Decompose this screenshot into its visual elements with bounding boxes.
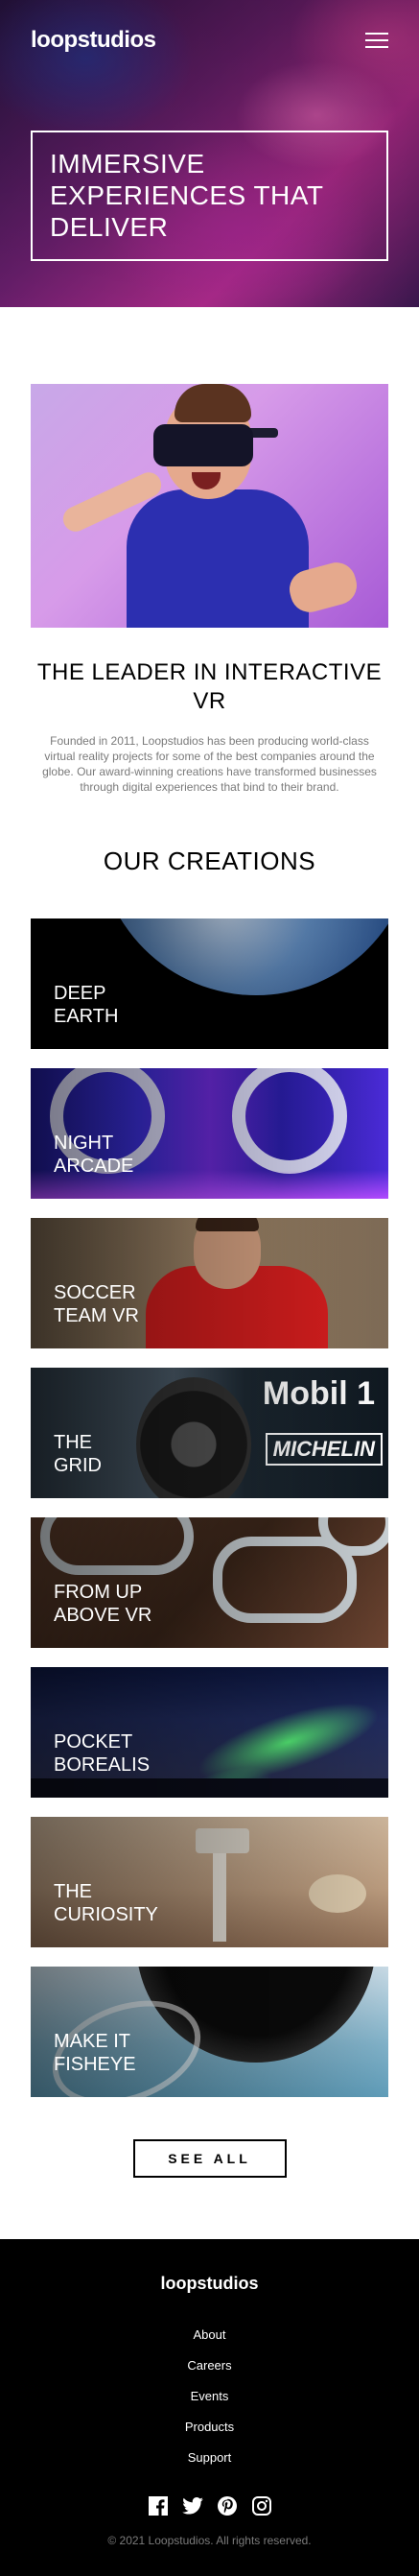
creation-card-the-grid[interactable]: Mobil 1 MICHELIN The grid: [31, 1368, 388, 1498]
creations-title: Our creations: [103, 847, 316, 875]
intro-text: Founded in 2011, Loopstudios has been pr…: [42, 734, 377, 794]
logo[interactable]: loopstudios: [31, 27, 156, 54]
social-links: [31, 2495, 388, 2516]
footer-link-events[interactable]: Events: [191, 2389, 229, 2403]
top-nav: loopstudios: [31, 27, 388, 54]
creation-card-label: Make it fisheye: [54, 2031, 136, 2075]
intro-title: The leader in interactive VR: [36, 659, 383, 714]
rover-mast: [213, 1836, 226, 1942]
michelin-logo: MICHELIN: [265, 1433, 383, 1466]
creation-card-deep-earth[interactable]: Deep earth: [31, 918, 388, 1049]
creation-card-label: Pocket borealis: [54, 1731, 151, 1776]
creation-card-label: Night arcade: [54, 1133, 134, 1177]
rover-dish: [309, 1874, 366, 1913]
hero-title: Immersive experiences that deliver: [50, 149, 323, 242]
mobil-logo: Mobil 1: [262, 1375, 375, 1412]
aerial-road: [40, 1517, 194, 1575]
footer-link-products[interactable]: Products: [185, 2420, 234, 2434]
creation-card-pocket-borealis[interactable]: Pocket borealis: [31, 1667, 388, 1798]
creation-card-make-it-fisheye[interactable]: Make it fisheye: [31, 1967, 388, 2097]
footer-link-support[interactable]: Support: [188, 2450, 232, 2465]
creation-card-night-arcade[interactable]: Night arcade: [31, 1068, 388, 1199]
creations-section: Our creations Deep earth Night arcade So…: [0, 795, 419, 2239]
footer: loopstudios About Careers Events Product…: [0, 2239, 419, 2576]
creation-card-label: The grid: [54, 1432, 102, 1476]
creation-card-from-up-above-vr[interactable]: From up above VR: [31, 1517, 388, 1648]
creation-card-label: Deep earth: [54, 983, 119, 1027]
aerial-road: [213, 1537, 357, 1623]
aerial-road: [318, 1517, 388, 1556]
hamburger-bar: [365, 46, 388, 48]
hero-title-box: Immersive experiences that deliver: [31, 131, 388, 261]
pinterest-icon[interactable]: [217, 2495, 238, 2516]
hamburger-bar: [365, 33, 388, 35]
creation-card-label: The curiosity: [54, 1881, 158, 1925]
vr-person-image: [31, 384, 388, 628]
hamburger-menu-icon[interactable]: [365, 33, 388, 48]
arcade-ring: [232, 1068, 347, 1174]
rover-camera: [196, 1828, 249, 1853]
see-all-wrapper: See all: [31, 2097, 388, 2239]
soccer-player-face: [194, 1218, 261, 1289]
instagram-icon[interactable]: [251, 2495, 272, 2516]
creation-card-label: Soccer team VR: [54, 1282, 139, 1326]
creation-card-the-curiosity[interactable]: The curiosity: [31, 1817, 388, 1947]
person-body: [127, 489, 309, 628]
hill-silhouette: [31, 1778, 388, 1798]
creations-list: Deep earth Night arcade Soccer team VR M…: [31, 918, 388, 2097]
vr-headset: [153, 424, 253, 466]
hero-section: loopstudios Immersive experiences that d…: [0, 0, 419, 307]
footer-link-careers[interactable]: Careers: [187, 2358, 231, 2373]
creation-card-soccer-team-vr[interactable]: Soccer team VR: [31, 1218, 388, 1348]
twitter-icon[interactable]: [181, 2495, 203, 2516]
footer-link-about[interactable]: About: [194, 2327, 226, 2342]
see-all-button[interactable]: See all: [132, 2139, 287, 2178]
footer-logo[interactable]: loopstudios: [31, 2274, 388, 2294]
intro-section: The leader in interactive VR Founded in …: [0, 307, 419, 795]
soccer-player-hair: [196, 1218, 259, 1231]
person-hair: [175, 384, 251, 422]
footer-links: About Careers Events Products Support: [31, 2326, 388, 2467]
creation-card-label: From up above VR: [54, 1582, 152, 1626]
hamburger-bar: [365, 39, 388, 41]
copyright-text: © 2021 Loopstudios. All rights reserved.: [107, 2534, 312, 2547]
facebook-icon[interactable]: [148, 2495, 169, 2516]
